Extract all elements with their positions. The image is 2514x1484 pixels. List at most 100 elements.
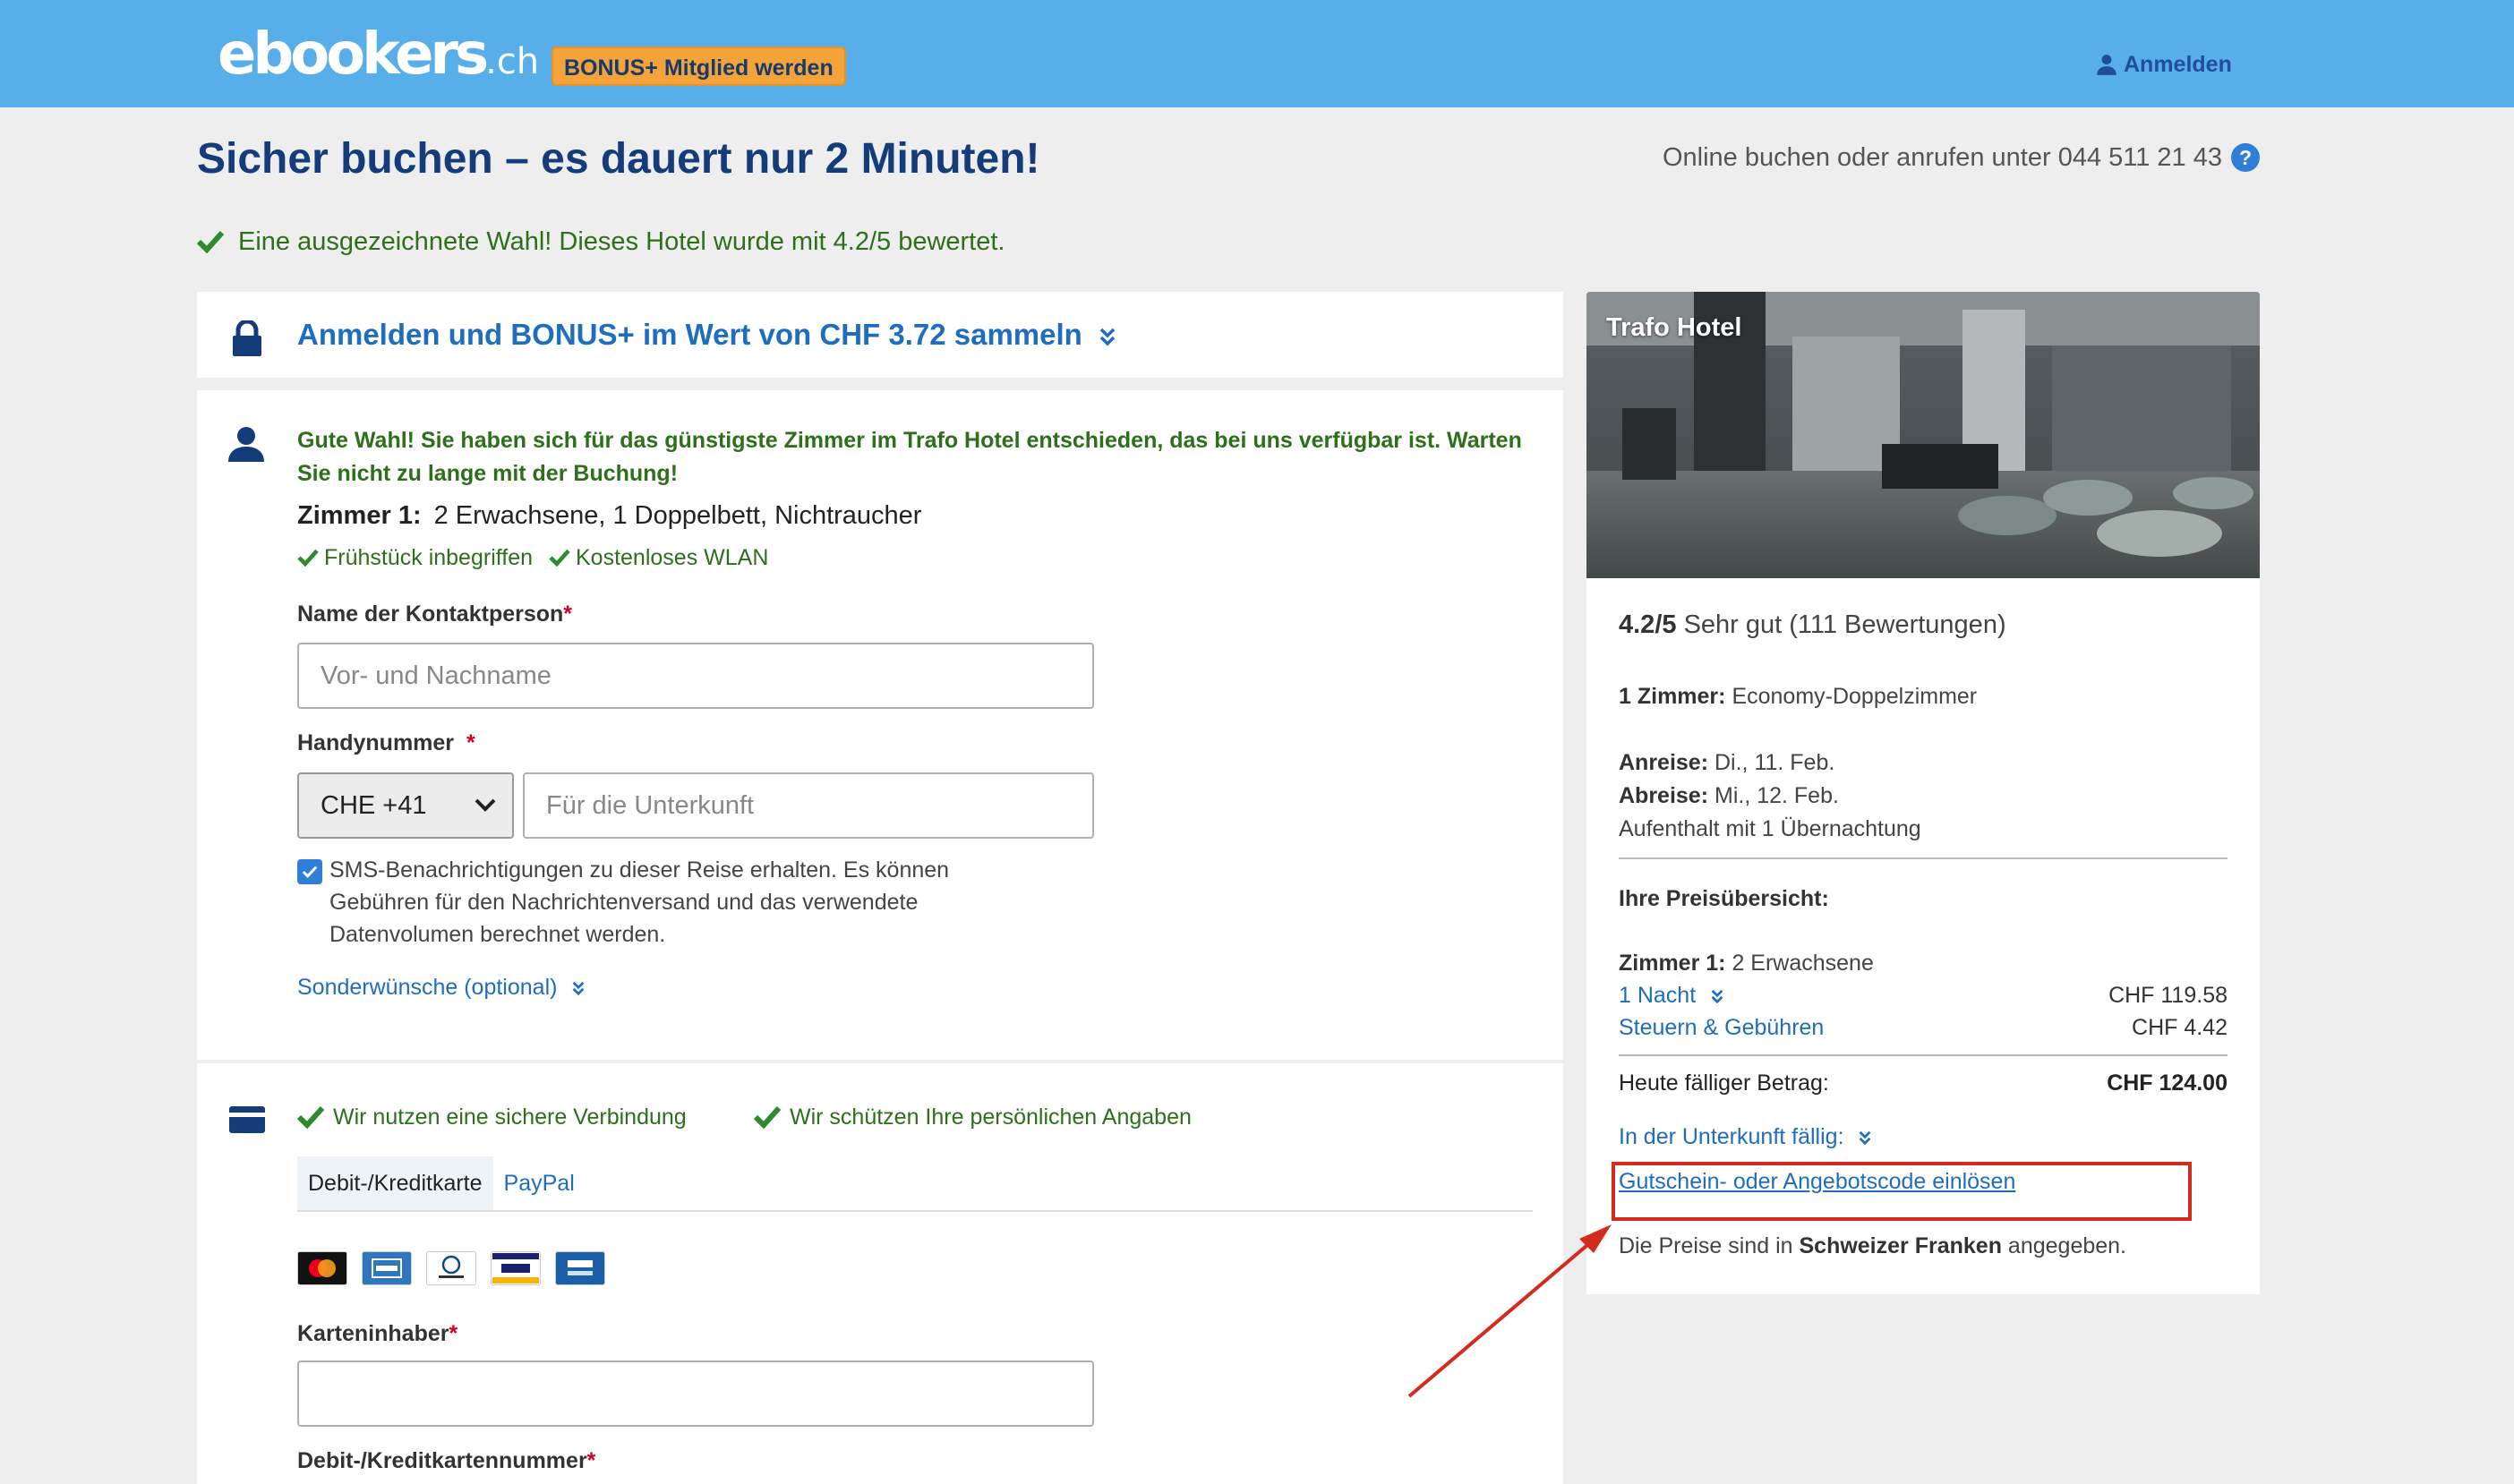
hotel-photo: Trafo Hotel [1586, 292, 2260, 578]
amenity-label: Frühstück inbegriffen [324, 545, 533, 570]
required-marker: * [466, 730, 475, 755]
checkout-label: Abreise: [1619, 783, 1709, 808]
login-bonus-panel[interactable]: Anmelden und BONUS+ im Wert von CHF 3.72… [197, 292, 1563, 378]
payment-tabs: Debit-/Kreditkarte PayPal [297, 1156, 1533, 1212]
user-icon [2097, 55, 2116, 75]
amenity-label: Kostenloses WLAN [576, 545, 769, 570]
checkmark-icon [197, 230, 224, 253]
tab-paypal[interactable]: PayPal [493, 1156, 586, 1210]
amenity-item: Kostenloses WLAN [549, 542, 768, 573]
diners-club-icon [426, 1251, 476, 1285]
checkmark-icon [754, 1105, 781, 1129]
currency-note-pre: Die Preise sind in [1619, 1233, 1793, 1258]
tab-debit-credit-card[interactable]: Debit-/Kreditkarte [297, 1156, 493, 1210]
cardholder-input[interactable] [297, 1360, 1094, 1427]
mastercard-icon [297, 1251, 347, 1285]
special-requests-toggle[interactable]: Sonderwünsche (optional) [297, 972, 585, 1002]
checkout-date: Mi., 12. Feb. [1714, 783, 1839, 808]
checkin-label: Anreise: [1619, 750, 1709, 775]
amenity-item: Frühstück inbegriffen [297, 542, 533, 573]
country-code-select[interactable]: CHE +41 [297, 772, 514, 839]
room1-guests: Zimmer 1: 2 Erwachsene [1619, 947, 1874, 979]
night-toggle[interactable]: 1 Nacht [1619, 979, 1723, 1011]
phone-label: Handynummer * [297, 729, 475, 757]
rating-message-text: Eine ausgezeichnete Wahl! Dieses Hotel w… [238, 227, 1005, 256]
payment-panel: Wir nutzen eine sichere Verbindung Wir s… [197, 1063, 1563, 1484]
room1-label: Zimmer 1: [1619, 951, 1726, 976]
night-label: 1 Nacht [1619, 983, 1697, 1008]
checkin-date: Di., 11. Feb. [1714, 750, 1835, 775]
visa-icon [491, 1251, 541, 1285]
checkmark-icon [302, 866, 318, 878]
hotel-rating: 4.2/5 Sehr gut (111 Bewertungen) [1619, 609, 2006, 641]
checkmark-icon [549, 549, 570, 567]
room-summary: Zimmer 1: 2 Erwachsene, 1 Doppelbett, Nic… [297, 499, 921, 532]
double-chevron-down-icon [1860, 1131, 1871, 1146]
rating-score: 4.2/5 [1619, 610, 1677, 639]
due-at-property-toggle[interactable]: In der Unterkunft fällig: [1619, 1121, 1871, 1153]
divider [1619, 1054, 2228, 1056]
phone-number-input[interactable]: Für die Unterkunft [523, 772, 1094, 839]
data-protection-text: Wir schützen Ihre persönlichen Angaben [790, 1104, 1192, 1130]
room-label: Zimmer 1: [297, 501, 422, 530]
secure-connection-text: Wir nutzen eine sichere Verbindung [333, 1104, 687, 1130]
checkin: Anreise: Di., 11. Feb. [1619, 746, 1834, 779]
taxes-link[interactable]: Steuern & Gebühren [1619, 1011, 1824, 1044]
login-bonus-label: Anmelden und BONUS+ im Wert von CHF 3.72… [297, 318, 1082, 351]
card-number-label-text: Debit-/Kreditkartennummer [297, 1448, 587, 1473]
required-marker: * [563, 601, 573, 627]
good-choice-message: Gute Wahl! Sie haben sich für das günsti… [297, 428, 1522, 486]
lock-icon [233, 320, 261, 356]
phone-text: Online buchen oder anrufen unter 044 511… [1662, 143, 2222, 172]
contact-name-input[interactable]: Vor- und Nachname [297, 643, 1094, 709]
sms-checkbox[interactable] [297, 859, 322, 884]
country-code-value: CHE +41 [321, 791, 427, 820]
contact-name-label-text: Name der Kontaktperson [297, 601, 564, 627]
help-icon[interactable]: ? [2231, 143, 2260, 172]
secure-connection-note: Wir nutzen eine sichere Verbindung [297, 1101, 687, 1133]
night-price: CHF 119.58 [2108, 983, 2228, 1008]
room-contact-panel: Gute Wahl! Sie haben sich für das günsti… [197, 390, 1563, 1060]
login-bonus-title[interactable]: Anmelden und BONUS+ im Wert von CHF 3.72… [297, 317, 1116, 353]
login-link[interactable]: Anmelden [2095, 47, 2232, 82]
contact-name-label: Name der Kontaktperson* [297, 600, 572, 628]
top-header: ebookers.ch BONUS+ Mitglied werden Anmel… [0, 0, 2514, 107]
divider [1619, 857, 2228, 859]
sms-opt-in: SMS-Benachrichtigungen zu dieser Reise e… [297, 854, 1031, 951]
checkout: Abreise: Mi., 12. Feb. [1619, 780, 1839, 812]
double-chevron-down-icon [1099, 328, 1116, 346]
hotel-name: Trafo Hotel [1606, 313, 1742, 342]
phone-contact: Online buchen oder anrufen unter 044 511… [1663, 141, 2260, 174]
ebookers-logo[interactable]: ebookers.ch [218, 20, 539, 97]
stay-length: Aufenthalt mit 1 Übernachtung [1619, 816, 1921, 841]
logo-main: ebookers [218, 21, 489, 88]
rating-message: Eine ausgezeichnete Wahl! Dieses Hotel w… [197, 226, 1005, 258]
data-protection-note: Wir schützen Ihre persönlichen Angaben [754, 1101, 1192, 1133]
sms-text: SMS-Benachrichtigungen zu dieser Reise e… [329, 857, 950, 947]
room1-guests-value: 2 Erwachsene [1732, 951, 1874, 976]
amenities-list: Frühstück inbegriffen Kostenloses WLAN [297, 542, 768, 573]
phone-label-text: Handynummer [297, 730, 455, 755]
double-chevron-down-icon [1711, 990, 1723, 1004]
due-at-property-label: In der Unterkunft fällig: [1619, 1124, 1844, 1149]
currency-note: Die Preise sind in Schweizer Franken ang… [1619, 1230, 2126, 1262]
room-type: 1 Zimmer: Economy-Doppelzimmer [1619, 680, 1977, 712]
login-label: Anmelden [2124, 52, 2232, 77]
taxes-row: Steuern & Gebühren CHF 4.42 [1619, 1011, 2228, 1044]
credit-card-icon [229, 1106, 265, 1133]
user-icon [228, 427, 264, 462]
card-number-label: Debit-/Kreditkartennummer* [297, 1446, 595, 1475]
page-title: Sicher buchen – es dauert nur 2 Minuten! [197, 135, 1040, 183]
bonus-signup-button[interactable]: BONUS+ Mitglied werden [552, 47, 846, 86]
taxes-price: CHF 4.42 [2132, 1015, 2228, 1040]
accepted-cards [297, 1251, 605, 1285]
currency-note-bold: Schweizer Franken [1799, 1233, 2002, 1258]
due-today-row: Heute fälliger Betrag: CHF 124.00 [1619, 1067, 2228, 1099]
room-type-value: Economy-Doppelzimmer [1732, 684, 1978, 709]
price-overview-heading: Ihre Preisübersicht: [1619, 883, 1829, 915]
booking-summary-sidebar: Trafo Hotel 4.2/5 Sehr gut (111 Bewertun… [1586, 292, 2260, 1294]
visa-electron-icon [555, 1251, 605, 1285]
annotation-highlight-box [1612, 1162, 2192, 1221]
required-marker: * [586, 1448, 596, 1473]
checkmark-icon [297, 549, 319, 567]
